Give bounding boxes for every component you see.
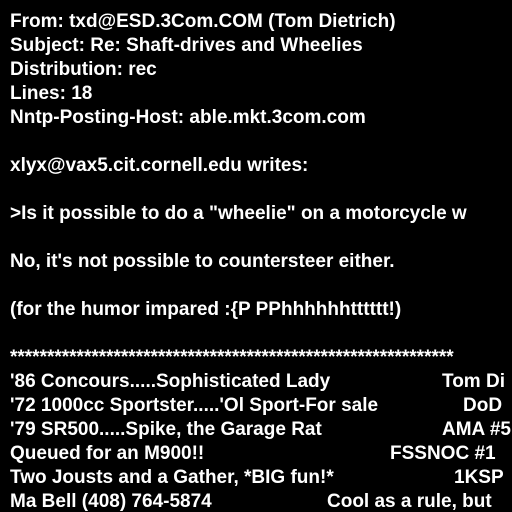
- header-nntp-posting-host: Nntp-Posting-Host: able.mkt.3com.com: [10, 107, 366, 128]
- signature-right-6: Cool as a rule, but: [327, 491, 492, 512]
- signature-left-1: '86 Concours.....Sophisticated Lady: [10, 371, 331, 392]
- signature-right-5: 1KSP: [454, 467, 504, 488]
- header-subject: Subject: Re: Shaft-drives and Wheelies: [10, 35, 363, 56]
- quoted-line: >Is it possible to do a "wheelie" on a m…: [10, 203, 467, 224]
- header-from: From: txd@ESD.3Com.COM (Tom Dietrich): [10, 11, 396, 32]
- reply-line: No, it's not possible to countersteer ei…: [10, 251, 395, 272]
- signature-left-6: Ma Bell (408) 764-5874: [10, 491, 212, 512]
- header-lines: Lines: 18: [10, 83, 93, 104]
- message-document: From: txd@ESD.3Com.COM (Tom Dietrich) Su…: [0, 0, 512, 512]
- signature-left-5: Two Jousts and a Gather, *BIG fun!*: [10, 467, 334, 488]
- signature-left-3: '79 SR500.....Spike, the Garage Rat: [10, 419, 322, 440]
- signature-rule: ****************************************…: [10, 347, 454, 368]
- header-distribution: Distribution: rec: [10, 59, 157, 80]
- signature-left-4: Queued for an M900!!: [10, 443, 205, 464]
- signature-right-1: Tom Di: [442, 371, 505, 392]
- attribution-line: xlyx@vax5.cit.cornell.edu writes:: [10, 155, 309, 176]
- signature-right-3: AMA #5: [442, 419, 511, 440]
- signature-left-2: '72 1000cc Sportster.....'Ol Sport-For s…: [10, 395, 379, 416]
- signature-right-4: FSSNOC #1: [390, 443, 496, 464]
- humor-line: (for the humor impared :{P PPhhhhhhttttt…: [10, 299, 402, 320]
- signature-right-2: DoD: [463, 395, 503, 416]
